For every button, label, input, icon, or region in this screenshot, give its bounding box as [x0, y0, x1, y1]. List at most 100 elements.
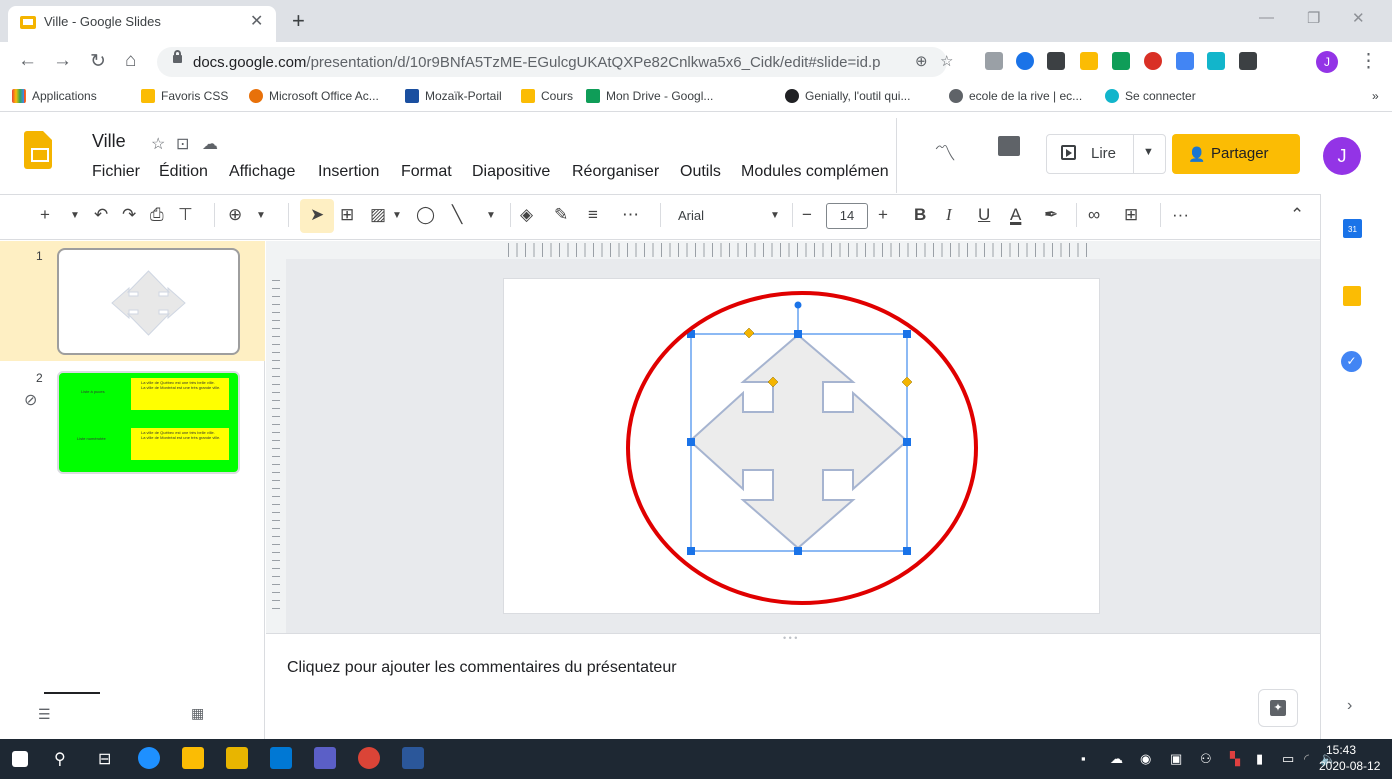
print-icon[interactable]: ⎙ — [150, 205, 164, 225]
slides-logo-icon[interactable] — [24, 131, 52, 169]
calendar-icon[interactable]: 31 — [1343, 219, 1362, 238]
restore-icon[interactable]: ❐ — [1307, 9, 1320, 27]
bookmark-item[interactable]: Applications — [32, 89, 97, 103]
bookmark-item[interactable]: Mozaïk-Portail — [425, 89, 502, 103]
close-tab-icon[interactable]: ✕ — [250, 11, 263, 31]
clock-time[interactable]: 15:43 — [1326, 743, 1356, 757]
bookmark-item[interactable]: Microsoft Office Ac... — [269, 89, 379, 103]
menu-affichage[interactable]: Affichage — [229, 163, 295, 181]
new-slide-icon[interactable]: + — [40, 205, 50, 225]
activity-trend-icon[interactable]: 〽 — [934, 136, 956, 168]
present-dropdown-icon[interactable]: ▼ — [1143, 146, 1154, 158]
adjust-handle[interactable] — [901, 376, 913, 388]
underline-icon[interactable]: U — [978, 205, 990, 225]
battery-icon[interactable]: ▭ — [1282, 751, 1294, 767]
wifi-icon[interactable]: ◜ — [1304, 751, 1309, 767]
menu-modules[interactable]: Modules complémen — [741, 163, 896, 181]
bookmark-item[interactable]: Cours — [541, 89, 573, 103]
font-size-decrease-icon[interactable]: − — [802, 205, 812, 225]
windows-start-icon[interactable] — [12, 751, 28, 767]
menu-fichier[interactable]: Fichier — [92, 163, 140, 181]
border-weight-icon[interactable]: ≡ — [588, 205, 598, 225]
new-slide-dropdown-icon[interactable]: ▼ — [70, 210, 80, 221]
resize-handle[interactable] — [903, 438, 911, 446]
bookmark-item[interactable]: ecole de la rive | ec... — [969, 89, 1082, 103]
bookmark-star-icon[interactable]: ☆ — [940, 52, 953, 70]
move-folder-icon[interactable]: ⊡ — [176, 134, 189, 154]
bookmark-item[interactable]: Favoris CSS — [161, 89, 228, 103]
more-options[interactable]: ··· — [1172, 205, 1189, 225]
fill-color-icon[interactable]: ◈ — [520, 205, 533, 225]
back-icon[interactable]: ← — [18, 50, 37, 72]
resize-handle[interactable] — [903, 330, 911, 338]
sticky-notes-icon[interactable] — [182, 747, 204, 769]
filmstrip-view-icon[interactable]: ☰ — [38, 706, 51, 723]
browser-menu-icon[interactable]: ⋮ — [1359, 50, 1378, 73]
zoom-dropdown-icon[interactable]: ▼ — [256, 210, 266, 221]
menu-diapositive[interactable]: Diapositive — [472, 163, 550, 181]
border-dash-icon[interactable]: ⋯ — [622, 205, 639, 225]
bookmarks-overflow[interactable]: » — [1372, 89, 1379, 103]
resize-handle[interactable] — [794, 330, 802, 338]
bold-icon[interactable]: B — [914, 205, 926, 225]
translate-extension-icon[interactable] — [1176, 52, 1194, 70]
font-dropdown-icon[interactable]: ▼ — [770, 210, 780, 221]
border-color-icon[interactable]: ✎ — [554, 205, 568, 225]
close-window-icon[interactable]: ✕ — [1352, 9, 1365, 27]
extensions-puzzle-icon[interactable] — [1239, 52, 1257, 70]
extension-icon[interactable] — [1016, 52, 1034, 70]
menu-outils[interactable]: Outils — [680, 163, 721, 181]
bookmark-item[interactable]: Genially, l'outil qui... — [805, 89, 910, 103]
extension-icon[interactable] — [1207, 52, 1225, 70]
lock-icon[interactable] — [173, 50, 182, 63]
text-color-icon[interactable]: A — [1010, 205, 1021, 225]
tray-icon[interactable]: ◉ — [1140, 751, 1151, 767]
document-title[interactable]: Ville — [92, 131, 126, 152]
redo-icon[interactable]: ↷ — [122, 205, 136, 225]
extension-icon[interactable] — [985, 52, 1003, 70]
outlook-icon[interactable] — [270, 747, 292, 769]
expand-panel-icon[interactable]: › — [1347, 697, 1352, 715]
search-icon[interactable]: ⚲ — [54, 749, 66, 769]
highlight-icon[interactable]: ✒ — [1044, 205, 1058, 225]
drive-extension-icon[interactable] — [1112, 52, 1130, 70]
user-avatar[interactable]: J — [1323, 137, 1361, 175]
menu-format[interactable]: Format — [401, 163, 452, 181]
font-family-select[interactable]: Arial — [678, 208, 704, 223]
clock-date[interactable]: 2020-08-12 — [1319, 759, 1380, 773]
font-size-input[interactable]: 14 — [826, 203, 868, 229]
undo-icon[interactable]: ↶ — [94, 205, 108, 225]
home-icon[interactable]: ⌂ — [125, 50, 136, 72]
teams-tray-icon[interactable]: ▪ — [1081, 751, 1086, 766]
star-icon[interactable]: ☆ — [151, 134, 165, 154]
text-box-icon[interactable]: ⊞ — [340, 205, 354, 225]
chrome-icon[interactable] — [358, 747, 380, 769]
four-way-arrow-shape[interactable] — [688, 333, 909, 550]
browser-profile-avatar[interactable]: J — [1316, 51, 1338, 73]
extension-icon[interactable] — [1080, 52, 1098, 70]
tasks-icon[interactable]: ✓ — [1341, 351, 1362, 372]
link-icon[interactable]: ∞ — [1088, 205, 1100, 225]
line-icon[interactable]: ╲ — [452, 205, 462, 225]
resize-handle[interactable] — [794, 547, 802, 555]
paint-format-icon[interactable]: ⊤ — [178, 205, 193, 225]
menu-reorganiser[interactable]: Réorganiser — [572, 163, 659, 181]
teams-icon[interactable] — [314, 747, 336, 769]
image-dropdown-icon[interactable]: ▼ — [392, 210, 402, 221]
comments-icon[interactable] — [998, 136, 1020, 156]
menu-edition[interactable]: Édition — [159, 163, 208, 181]
task-view-icon[interactable]: ⊟ — [98, 749, 111, 769]
collapse-toolbar-icon[interactable]: ⌃ — [1290, 205, 1304, 225]
resize-handle[interactable] — [687, 547, 695, 555]
image-icon[interactable]: ▨ — [370, 205, 386, 225]
slide-thumbnail-1[interactable] — [57, 248, 240, 355]
adjust-handle[interactable] — [743, 327, 755, 339]
italic-icon[interactable]: I — [946, 205, 952, 225]
resize-handle[interactable] — [687, 438, 695, 446]
apps-grid-icon[interactable] — [12, 89, 26, 103]
reload-icon[interactable]: ↻ — [90, 50, 106, 73]
bookmark-item[interactable]: Mon Drive - Googl... — [606, 89, 713, 103]
tray-icon[interactable]: ⚇ — [1200, 751, 1212, 767]
speaker-notes-input[interactable]: Cliquez pour ajouter les commentaires du… — [287, 659, 677, 677]
tray-icon[interactable]: ▣ — [1170, 751, 1182, 767]
